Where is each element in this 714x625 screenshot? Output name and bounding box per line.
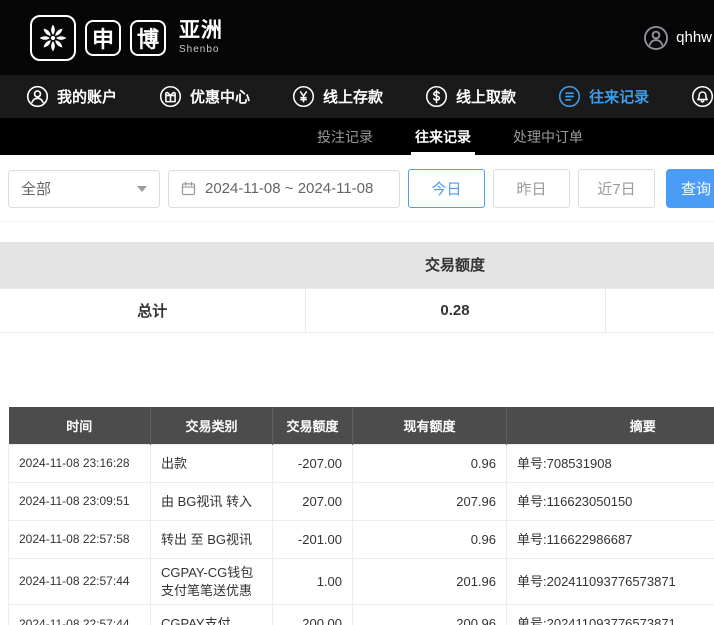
nav-label: 优惠中心 — [190, 86, 250, 107]
table-header-row: 时间 交易类别 交易额度 现有额度 摘要 — [9, 407, 714, 445]
cell-summary: 单号:202411093776573871 — [507, 559, 714, 605]
flower-icon — [30, 15, 76, 61]
top-header: 申 博 亚洲 Shenbo qhhw — [0, 0, 714, 75]
tab-processing-orders[interactable]: 处理中订单 — [499, 118, 597, 155]
summary-header-title: 交易额度 — [305, 242, 605, 288]
nav-item-my-account[interactable]: 我的账户 — [26, 85, 117, 108]
filter-bar: 全部 2024-11-08 ~ 2024-11-08 今日 昨日 近7日 查询 — [0, 155, 714, 222]
cell-time: 2024-11-08 23:09:51 — [9, 483, 151, 521]
cell-time: 2024-11-08 23:16:28 — [9, 445, 151, 483]
transactions-body: 2024-11-08 23:16:28出款-207.000.96单号:70853… — [9, 445, 714, 625]
cell-type: CGPAY支付 — [151, 605, 273, 625]
records-icon — [558, 85, 581, 108]
summary-total-row: 总计 0.28 — [0, 288, 714, 332]
last7days-button[interactable]: 近7日 — [578, 169, 655, 208]
bell-icon — [691, 85, 714, 108]
brand-char-shen: 申 — [85, 20, 121, 56]
table-row: 2024-11-08 22:57:44CGPAY-CG钱包支付笔笔送优惠1.00… — [9, 559, 714, 605]
nav-item-transactions[interactable]: 往来记录 — [558, 85, 649, 108]
cell-balance: 0.96 — [353, 445, 507, 483]
brand-region: 亚洲 Shenbo — [179, 20, 223, 55]
nav-label: 线上存款 — [323, 86, 383, 107]
brand-subtitle: Shenbo — [179, 45, 223, 55]
table-row: 2024-11-08 23:16:28出款-207.000.96单号:70853… — [9, 445, 714, 483]
col-header-type: 交易类别 — [151, 407, 273, 445]
nav-label: 我的账户 — [57, 86, 117, 107]
today-button[interactable]: 今日 — [408, 169, 485, 208]
cell-type: 出款 — [151, 445, 273, 483]
main-nav: 我的账户 优惠中心 线上存款 线上取款 — [0, 75, 714, 118]
brand-char-bo: 博 — [130, 20, 166, 56]
col-header-balance: 现有额度 — [353, 407, 507, 445]
cell-amount: 207.00 — [273, 483, 353, 521]
cell-balance: 0.96 — [353, 521, 507, 559]
yesterday-button[interactable]: 昨日 — [493, 169, 570, 208]
cell-balance: 201.96 — [353, 559, 507, 605]
username: qhhw — [676, 29, 712, 46]
chevron-down-icon — [137, 186, 147, 192]
cell-amount: 1.00 — [273, 559, 353, 605]
cell-amount: -201.00 — [273, 521, 353, 559]
deposit-yen-icon — [292, 85, 315, 108]
table-row: 2024-11-08 23:09:51由 BG视讯 转入207.00207.96… — [9, 483, 714, 521]
cell-balance: 200.96 — [353, 605, 507, 625]
summary-header-row: 交易额度 — [0, 242, 714, 288]
nav-item-withdraw[interactable]: 线上取款 — [425, 85, 516, 108]
brand-logo[interactable]: 申 博 亚洲 Shenbo — [30, 15, 223, 61]
cell-time: 2024-11-08 22:57:44 — [9, 605, 151, 625]
nav-item-messages[interactable]: 信 — [691, 85, 714, 108]
col-header-summary: 摘要 — [507, 407, 714, 445]
calendar-icon — [180, 180, 197, 197]
summary-table: 交易额度 总计 0.28 — [0, 242, 714, 333]
cell-summary: 单号:202411093776573871 — [507, 605, 714, 625]
type-filter-select[interactable]: 全部 — [8, 170, 160, 208]
table-row: 2024-11-08 22:57:44CGPAY支付200.00200.96单号… — [9, 605, 714, 625]
cell-type: CGPAY-CG钱包支付笔笔送优惠 — [151, 559, 273, 605]
date-range-value: 2024-11-08 ~ 2024-11-08 — [205, 180, 373, 197]
summary-header-empty-left — [0, 242, 305, 288]
cell-amount: -207.00 — [273, 445, 353, 483]
transactions-table: 时间 交易类别 交易额度 现有额度 摘要 2024-11-08 23:16:28… — [8, 407, 714, 625]
col-header-time: 时间 — [9, 407, 151, 445]
brand-region-text: 亚洲 — [179, 20, 223, 41]
cell-time: 2024-11-08 22:57:44 — [9, 559, 151, 605]
cell-type: 由 BG视讯 转入 — [151, 483, 273, 521]
nav-label: 往来记录 — [589, 86, 649, 107]
person-circle-icon — [643, 25, 669, 51]
summary-empty-cell — [605, 288, 714, 332]
withdraw-dollar-icon — [425, 85, 448, 108]
summary-header-empty-right — [605, 242, 714, 288]
nav-label: 线上取款 — [456, 86, 516, 107]
summary-total-label: 总计 — [0, 288, 305, 332]
cell-summary: 单号:116622986687 — [507, 521, 714, 559]
cell-summary: 单号:116623050150 — [507, 483, 714, 521]
cell-summary: 单号:708531908 — [507, 445, 714, 483]
query-button[interactable]: 查询 — [666, 169, 714, 208]
type-filter-value: 全部 — [21, 178, 51, 199]
transactions-section: 时间 交易类别 交易额度 现有额度 摘要 2024-11-08 23:16:28… — [8, 407, 714, 625]
table-row: 2024-11-08 22:57:58转出 至 BG视讯-201.000.96单… — [9, 521, 714, 559]
cell-amount: 200.00 — [273, 605, 353, 625]
nav-item-promotions[interactable]: 优惠中心 — [159, 85, 250, 108]
date-range-input[interactable]: 2024-11-08 ~ 2024-11-08 — [168, 170, 400, 208]
col-header-amount: 交易额度 — [273, 407, 353, 445]
summary-total-value: 0.28 — [305, 288, 605, 332]
gift-icon — [159, 85, 182, 108]
user-icon — [26, 85, 49, 108]
nav-item-deposit[interactable]: 线上存款 — [292, 85, 383, 108]
user-menu[interactable]: qhhw — [643, 0, 712, 75]
cell-type: 转出 至 BG视讯 — [151, 521, 273, 559]
cell-time: 2024-11-08 22:57:58 — [9, 521, 151, 559]
tab-transaction-records[interactable]: 往来记录 — [401, 118, 485, 155]
cell-balance: 207.96 — [353, 483, 507, 521]
sub-nav: 投注记录 往来记录 处理中订单 — [0, 118, 714, 155]
tab-betting-records[interactable]: 投注记录 — [303, 118, 387, 155]
